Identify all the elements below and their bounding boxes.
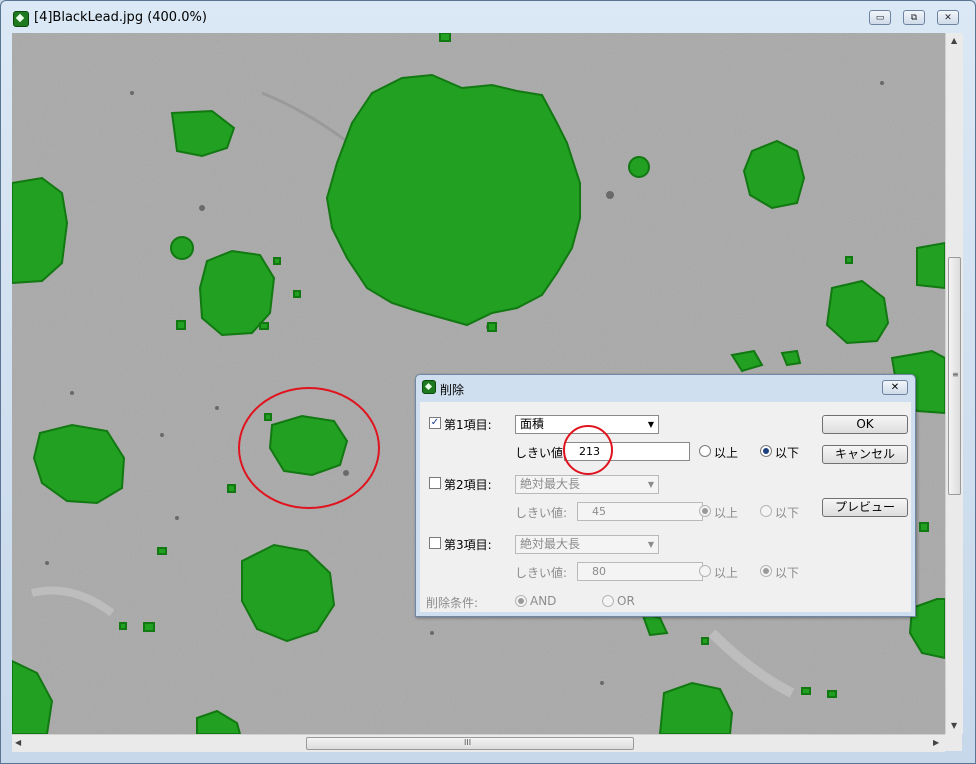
item2-above-radio[interactable] — [699, 505, 711, 517]
item2-below-label: 以下 — [775, 506, 800, 520]
item3-above-radio[interactable] — [699, 565, 711, 577]
particle — [259, 322, 269, 330]
item3-select-value: 絶対最大長 — [520, 537, 581, 551]
item1-select-value: 面積 — [520, 417, 545, 431]
particle — [143, 622, 155, 632]
app-icon — [422, 380, 436, 394]
title-bar[interactable]: [4]BlackLead.jpg (400.0%) ▭ ⧉ ✕ — [1, 1, 975, 33]
particle — [293, 290, 301, 298]
item1-above-label: 以上 — [714, 446, 739, 460]
condition-and-label: AND — [530, 594, 557, 608]
scroll-left-arrow-icon[interactable]: ◀ — [15, 738, 21, 747]
dropdown-arrow-icon: ▼ — [647, 420, 654, 429]
particle — [487, 322, 497, 332]
scroll-right-arrow-icon[interactable]: ▶ — [933, 738, 939, 747]
vertical-scrollbar[interactable]: ▲ ≡ ▼ — [945, 33, 963, 734]
item3-below-label: 以下 — [775, 566, 800, 580]
particle — [119, 622, 127, 630]
horizontal-scrollbar[interactable]: ◀ III ▶ — [12, 734, 945, 752]
ok-button[interactable]: OK — [822, 415, 908, 434]
highlight-circle-threshold — [563, 425, 613, 475]
scroll-up-arrow-icon[interactable]: ▲ — [951, 36, 957, 45]
dropdown-arrow-icon: ▼ — [647, 540, 654, 549]
preview-button[interactable]: プレビュー — [822, 498, 908, 517]
particle — [176, 320, 186, 330]
dialog-title: 削除 — [440, 383, 465, 397]
dialog-close-button[interactable]: ✕ — [882, 380, 908, 395]
particle — [628, 156, 650, 178]
restore-button[interactable]: ⧉ — [903, 10, 925, 25]
grip-icon: III — [464, 738, 472, 747]
particle — [701, 637, 709, 645]
window-title: [4]BlackLead.jpg (400.0%) — [34, 10, 207, 25]
dialog-body: ✓ 第1項目: 面積 ▼ しきい値: 213 以上 以下 第2項目: 絶対最大長… — [420, 402, 911, 612]
item3-threshold-label: しきい値: — [515, 566, 568, 580]
delete-condition-label: 削除条件: — [426, 596, 479, 610]
particle — [157, 547, 167, 555]
item1-above-radio[interactable] — [699, 445, 711, 457]
particle — [12, 176, 69, 285]
item1-below-radio[interactable] — [760, 445, 772, 457]
dialog-title-bar[interactable]: 削除 ✕ — [416, 375, 915, 399]
item2-below-radio[interactable] — [760, 505, 772, 517]
horizontal-scroll-thumb[interactable]: III — [306, 737, 634, 750]
particle — [170, 236, 194, 260]
dropdown-arrow-icon: ▼ — [647, 480, 654, 489]
item3-select[interactable]: 絶対最大長 ▼ — [515, 535, 659, 554]
scroll-down-arrow-icon[interactable]: ▼ — [951, 721, 957, 730]
item3-above-label: 以上 — [714, 566, 739, 580]
particle — [658, 681, 734, 734]
item3-checkbox[interactable] — [429, 537, 441, 549]
item3-label: 第3項目: — [444, 538, 492, 552]
particle — [439, 33, 451, 42]
item3-threshold-input[interactable]: 80 — [577, 562, 703, 581]
item2-checkbox[interactable] — [429, 477, 441, 489]
condition-and-radio[interactable] — [515, 595, 527, 607]
condition-or-radio[interactable] — [602, 595, 614, 607]
item2-label: 第2項目: — [444, 478, 492, 492]
scrollbar-corner — [945, 734, 962, 751]
item1-checkbox[interactable]: ✓ — [429, 417, 441, 429]
item2-select-value: 絶対最大長 — [520, 477, 581, 491]
close-button[interactable]: ✕ — [937, 10, 959, 25]
item2-above-label: 以上 — [714, 506, 739, 520]
highlight-circle-particle — [238, 387, 380, 509]
particle — [845, 256, 853, 264]
grip-icon: ≡ — [952, 370, 959, 379]
particle — [827, 690, 837, 698]
delete-dialog: 削除 ✕ ✓ 第1項目: 面積 ▼ しきい値: 213 以上 以下 第2項目: … — [415, 374, 916, 617]
vertical-scroll-thumb[interactable]: ≡ — [948, 257, 961, 495]
item1-below-label: 以下 — [775, 446, 800, 460]
cancel-button[interactable]: キャンセル — [822, 445, 908, 464]
item2-select[interactable]: 絶対最大長 ▼ — [515, 475, 659, 494]
minimize-button[interactable]: ▭ — [869, 10, 891, 25]
item1-label: 第1項目: — [444, 418, 492, 432]
item3-below-radio[interactable] — [760, 565, 772, 577]
particle — [916, 241, 945, 290]
app-icon — [13, 11, 29, 27]
particle — [801, 687, 811, 695]
particle — [273, 257, 281, 265]
condition-or-label: OR — [617, 594, 635, 608]
item2-threshold-label: しきい値: — [515, 506, 568, 520]
particle — [919, 522, 929, 532]
particle — [227, 484, 236, 493]
item2-threshold-input[interactable]: 45 — [577, 502, 703, 521]
item1-threshold-label: しきい値: — [515, 446, 568, 460]
